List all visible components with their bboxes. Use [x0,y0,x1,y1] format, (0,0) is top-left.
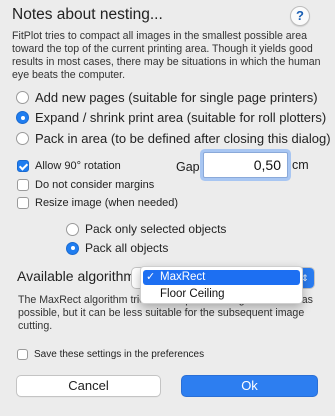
radio-label: Pack all objects [85,241,169,255]
cancel-button[interactable]: Cancel [17,376,160,396]
gap-input[interactable] [203,152,288,178]
radio-expand-shrink[interactable]: Expand / shrink print area (suitable for… [16,110,326,125]
checkbox[interactable] [17,160,29,172]
algorithm-menu: ✓ MaxRect Floor Ceiling [140,266,303,304]
checkbox[interactable] [17,349,28,360]
radio-label: Add new pages (suitable for single page … [35,90,318,105]
menu-item-label: MaxRect [160,271,206,283]
algorithms-label: Available algorithms [17,268,143,284]
radio-label: Pack in area (to be defined after closin… [35,131,331,146]
radio-button[interactable] [66,222,79,236]
radio-button[interactable] [16,132,29,145]
save-settings-checkbox[interactable]: Save these settings in the preferences [17,349,204,360]
radio-label: Pack only selected objects [85,222,227,236]
dialog-title: Notes about nesting... [12,6,163,23]
checkbox-label: Do not consider margins [35,179,155,191]
radio-add-new-pages[interactable]: Add new pages (suitable for single page … [16,90,318,105]
checkbox-label: Resize image (when needed) [35,197,179,209]
radio-button[interactable] [66,241,79,255]
menu-item-label: Floor Ceiling [160,288,225,300]
checkbox[interactable] [17,179,29,191]
checkmark-icon: ✓ [146,271,156,283]
menu-item-maxrect[interactable]: ✓ MaxRect [143,270,300,285]
help-button[interactable]: ? [290,6,310,26]
radio-pack-all[interactable]: Pack all objects [66,241,168,255]
radio-button[interactable] [16,91,29,104]
radio-button[interactable] [16,111,29,124]
checkbox-label: Allow 90° rotation [35,160,121,172]
ok-button[interactable]: Ok [182,376,317,396]
checkbox[interactable] [17,197,29,209]
gap-unit-label: cm [292,158,309,172]
no-margins-checkbox[interactable]: Do not consider margins [17,179,154,191]
radio-pack-in-area[interactable]: Pack in area (to be defined after closin… [16,131,331,146]
gap-label: Gap [176,160,200,174]
resize-image-checkbox[interactable]: Resize image (when needed) [17,197,178,209]
radio-pack-selected[interactable]: Pack only selected objects [66,222,226,236]
nesting-description: FitPlot tries to compact all images in t… [12,30,321,81]
allow-rotation-checkbox[interactable]: Allow 90° rotation [17,160,121,172]
menu-item-floor-ceiling[interactable]: Floor Ceiling [143,287,300,302]
checkbox-label: Save these settings in the preferences [34,349,205,360]
radio-label: Expand / shrink print area (suitable for… [35,110,327,125]
